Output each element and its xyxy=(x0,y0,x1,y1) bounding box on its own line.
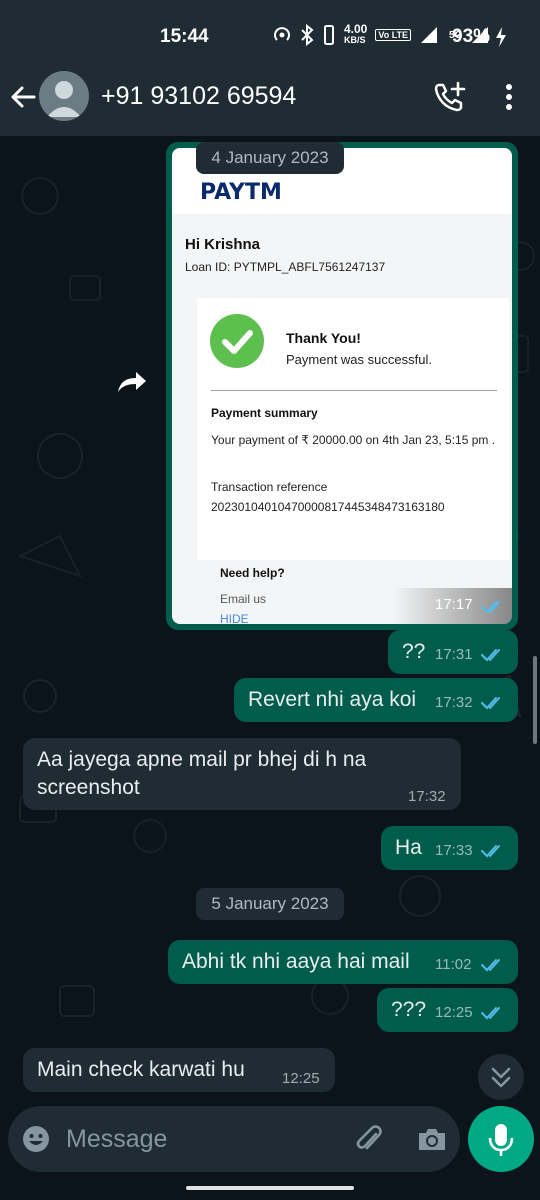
volte-badge: Vo LTE xyxy=(375,29,412,41)
message-time: 17:33 xyxy=(435,842,473,859)
date-chip: 4 January 2023 xyxy=(196,142,344,174)
message-time: 17:31 xyxy=(435,646,473,663)
attach-icon[interactable] xyxy=(354,1122,384,1156)
home-indicator[interactable] xyxy=(186,1186,354,1190)
email-us: Email us xyxy=(220,592,267,606)
payment-screenshot[interactable]: PAYTM Hi Krishna Loan ID: PYTMPL_ABFL756… xyxy=(172,148,512,624)
outgoing-message[interactable]: Abhi tk nhi aaya hai mail 11:02 xyxy=(168,940,518,984)
message-time: 17:32 xyxy=(435,694,473,711)
read-ticks-icon xyxy=(481,601,500,614)
message-text: ??? xyxy=(391,998,427,1021)
charging-icon xyxy=(496,27,507,47)
incoming-message[interactable]: Main check karwati hu 12:25 xyxy=(23,1048,335,1092)
emoji-icon[interactable] xyxy=(21,1124,51,1154)
read-ticks-icon xyxy=(481,845,500,858)
back-arrow-icon[interactable] xyxy=(8,80,38,114)
message-text: Abhi tk nhi aaya hai mail xyxy=(182,950,410,973)
message-time: 12:25 xyxy=(435,1004,473,1021)
image-message[interactable]: PAYTM Hi Krishna Loan ID: PYTMPL_ABFL756… xyxy=(166,142,518,630)
hide-link: HIDE xyxy=(220,612,249,624)
default-avatar-icon xyxy=(47,81,81,117)
paytm-logo: PAYTM xyxy=(200,180,282,205)
network-speed: 4.00 KB/S xyxy=(344,22,368,45)
chat-header: +91 93102 69594 xyxy=(0,60,540,136)
mic-button[interactable] xyxy=(468,1106,534,1172)
incoming-message[interactable]: Aa jayega apne mail pr bhej di h na scre… xyxy=(23,738,461,810)
camera-icon[interactable] xyxy=(416,1124,448,1154)
avatar[interactable] xyxy=(39,71,89,121)
thank-you-title: Thank You! xyxy=(286,330,361,346)
contact-name[interactable]: +91 93102 69594 xyxy=(101,82,296,111)
loan-id: Loan ID: PYTMPL_ABFL7561247137 xyxy=(185,260,386,274)
need-help: Need help? xyxy=(220,566,285,580)
message-time: 17:17 xyxy=(435,596,473,613)
read-ticks-icon xyxy=(481,1007,500,1020)
hotspot-icon xyxy=(274,27,290,41)
signal-icon xyxy=(421,27,438,43)
greeting: Hi Krishna xyxy=(185,236,261,253)
message-text: Ha xyxy=(395,836,422,859)
forward-icon[interactable] xyxy=(116,368,148,394)
outgoing-message[interactable]: Ha 17:33 xyxy=(381,826,518,870)
message-time: 17:32 xyxy=(408,788,446,805)
outgoing-message[interactable]: ?? 17:31 xyxy=(388,630,518,674)
bluetooth-icon xyxy=(301,24,314,46)
message-text-line2: screenshot xyxy=(37,776,140,799)
transaction-reference: 20230104010470000817445348473163180 xyxy=(211,500,445,514)
add-call-icon[interactable] xyxy=(432,80,468,114)
double-chevron-down-icon xyxy=(491,1067,511,1088)
outgoing-message[interactable]: ??? 12:25 xyxy=(377,988,518,1032)
payment-status: Payment was successful. xyxy=(286,352,432,367)
scrollbar[interactable] xyxy=(533,656,537,744)
message-text: ?? xyxy=(402,640,426,663)
battery: 93% xyxy=(452,26,508,48)
message-text: Revert nhi aya koi xyxy=(248,688,417,711)
success-check-icon xyxy=(210,314,264,368)
message-input[interactable] xyxy=(66,1116,336,1162)
message-time: 11:02 xyxy=(435,956,472,973)
date-chip: 5 January 2023 xyxy=(196,888,344,920)
message-text-line1: Aa jayega apne mail pr bhej di h na xyxy=(37,748,367,771)
summary-text: Your payment of ₹ 20000.00 on 4th Jan 23… xyxy=(211,433,496,447)
battery-level: 93% xyxy=(452,26,491,47)
read-ticks-icon xyxy=(481,649,500,662)
reference-label: Transaction reference xyxy=(211,480,328,494)
payment-card: Thank You! Payment was successful. Payme… xyxy=(197,298,509,560)
message-time: 12:25 xyxy=(282,1070,320,1087)
read-ticks-icon xyxy=(481,697,500,710)
message-composer xyxy=(8,1106,460,1172)
status-time: 15:44 xyxy=(160,26,209,47)
chat-area[interactable]: PAYTM Hi Krishna Loan ID: PYTMPL_ABFL756… xyxy=(0,136,540,1100)
outgoing-message[interactable]: Revert nhi aya koi 17:32 xyxy=(234,678,518,722)
message-text: Main check karwati hu xyxy=(37,1058,245,1081)
summary-title: Payment summary xyxy=(211,406,318,420)
divider xyxy=(211,390,497,391)
vibrate-icon xyxy=(324,25,334,45)
mic-icon xyxy=(488,1124,514,1156)
scroll-down-button[interactable] xyxy=(478,1054,524,1100)
read-ticks-icon xyxy=(481,959,500,972)
more-vert-icon[interactable] xyxy=(497,82,521,112)
